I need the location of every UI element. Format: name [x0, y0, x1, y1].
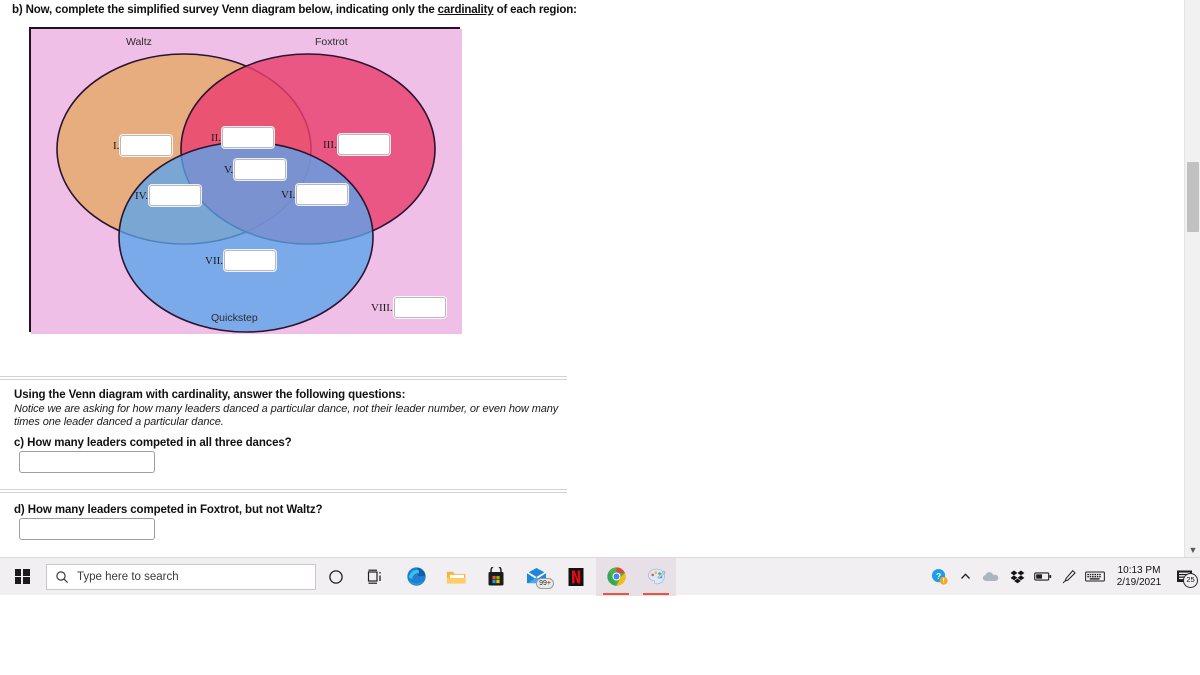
vertical-scrollbar[interactable]: ▼: [1184, 0, 1200, 557]
search-icon: [56, 570, 69, 583]
taskbar-app-chrome[interactable]: [596, 557, 636, 596]
venn-region-foxtrot-quickstep: VI.: [281, 184, 349, 205]
region-numeral-vii: VII.: [205, 254, 224, 267]
tray-dropbox[interactable]: [1004, 558, 1030, 596]
region-input-iv[interactable]: [148, 185, 201, 206]
dropbox-icon: [1010, 570, 1024, 584]
region-numeral-ii: II.: [211, 131, 222, 144]
question-b-underlined-word: cardinality: [437, 4, 494, 16]
venn-region-all-three: V.: [224, 159, 287, 180]
divider-line-top: [0, 489, 567, 490]
region-input-v[interactable]: [234, 159, 287, 180]
document-body: b) Now, complete the simplified survey V…: [0, 0, 1185, 557]
notification-count-badge: 25: [1183, 572, 1198, 588]
region-input-viii[interactable]: [393, 297, 446, 318]
venn-region-quickstep-only: VII.: [205, 250, 277, 271]
notification-center-button[interactable]: 25: [1170, 558, 1200, 596]
divider-line-top: [0, 376, 567, 377]
chrome-icon: [606, 567, 626, 586]
region-numeral-viii: VIII.: [371, 301, 393, 314]
cortana-icon: [329, 569, 343, 584]
venn-region-waltz-only: I.: [113, 135, 173, 156]
taskbar-app-file-explorer[interactable]: [436, 558, 476, 596]
scrollbar-thumb[interactable]: [1187, 162, 1199, 232]
question-c-label: c) How many leaders competed in all thre…: [14, 437, 292, 449]
venn-label-foxtrot: Foxtrot: [315, 36, 348, 48]
section-divider-2: [0, 489, 567, 493]
question-b-suffix: of each region:: [493, 4, 577, 16]
touch-keyboard-icon: [1085, 571, 1105, 582]
netflix-icon: [568, 567, 584, 586]
taskbar-app-edge[interactable]: [396, 558, 436, 596]
region-numeral-v: V.: [224, 163, 234, 176]
chevron-up-icon: [960, 573, 970, 579]
region-input-vii[interactable]: [224, 250, 277, 271]
paint-3d-icon: [647, 568, 666, 585]
question-c-answer-input[interactable]: [19, 451, 155, 473]
taskbar-task-view[interactable]: [356, 558, 396, 596]
instructions-note: Notice we are asking for how many leader…: [14, 403, 559, 428]
region-numeral-iii: III.: [323, 138, 337, 151]
task-view-icon: [367, 569, 381, 584]
region-input-vi[interactable]: [296, 184, 349, 205]
tray-touch-keyboard[interactable]: [1082, 558, 1108, 596]
question-d-answer-input[interactable]: [19, 518, 155, 540]
region-input-iii[interactable]: [337, 134, 390, 155]
tray-pen[interactable]: [1056, 558, 1082, 596]
windows-taskbar: Type here to search 99+ ? 10:13 PM 2/19/…: [0, 557, 1200, 596]
scroll-down-arrow-icon[interactable]: ▼: [1185, 546, 1200, 555]
venn-label-waltz: Waltz: [126, 36, 152, 48]
onedrive-icon: [982, 572, 999, 581]
tray-battery[interactable]: [1030, 558, 1056, 596]
divider-line-bottom: [0, 492, 567, 493]
system-tray: ? 10:13 PM 2/19/2021 25: [926, 558, 1200, 596]
windows-logo-icon: [14, 569, 30, 584]
pen-icon: [1062, 569, 1076, 584]
venn-label-quickstep: Quickstep: [211, 312, 258, 324]
question-b-prefix: b) Now, complete the simplified survey V…: [12, 4, 438, 16]
taskbar-app-cortana[interactable]: [316, 558, 356, 596]
clock-date: 2/19/2021: [1116, 576, 1162, 588]
region-input-ii[interactable]: [222, 127, 275, 148]
region-numeral-vi: VI.: [281, 188, 296, 201]
start-button[interactable]: [0, 558, 44, 596]
battery-icon: [1034, 572, 1052, 581]
tray-show-hidden-icons[interactable]: [952, 558, 978, 596]
venn-region-waltz-quickstep: IV.: [135, 185, 201, 206]
taskbar-clock[interactable]: 10:13 PM 2/19/2021: [1108, 558, 1170, 596]
tray-onedrive[interactable]: [978, 558, 1004, 596]
region-numeral-iv: IV.: [135, 189, 148, 202]
venn-region-waltz-foxtrot: II.: [211, 127, 275, 148]
taskbar-search-box[interactable]: Type here to search: [46, 563, 316, 590]
taskbar-app-netflix[interactable]: [556, 558, 596, 596]
taskbar-app-microsoft-store[interactable]: [476, 558, 516, 596]
venn-diagram-container: Waltz Foxtrot Quickstep I. II. III. IV.: [29, 27, 462, 334]
region-input-i[interactable]: [120, 135, 173, 156]
venn-region-foxtrot-only: III.: [323, 134, 390, 155]
document-page: b) Now, complete the simplified survey V…: [0, 0, 1200, 557]
question-b-heading: b) Now, complete the simplified survey V…: [12, 4, 577, 16]
section-divider-1: [0, 376, 567, 380]
venn-diagram-graphic: [31, 29, 462, 334]
taskbar-app-paint-3d[interactable]: [636, 557, 676, 596]
clock-time: 10:13 PM: [1117, 564, 1161, 576]
instructions-heading: Using the Venn diagram with cardinality,…: [14, 389, 406, 401]
venn-region-outside-all: VIII.: [371, 297, 446, 318]
file-explorer-icon: [446, 571, 466, 584]
question-d-label: d) How many leaders competed in Foxtrot,…: [14, 504, 323, 516]
region-numeral-i: I.: [113, 139, 120, 152]
search-placeholder-text: Type here to search: [77, 570, 179, 583]
help-warning-icon: ?: [931, 568, 948, 585]
mail-unread-badge: 99+: [536, 577, 554, 589]
taskbar-app-mail[interactable]: 99+: [516, 558, 556, 596]
divider-line-bottom: [0, 379, 567, 380]
microsoft-store-icon: [488, 566, 504, 585]
tray-help-warning[interactable]: ?: [926, 558, 952, 596]
edge-icon: [406, 567, 426, 586]
